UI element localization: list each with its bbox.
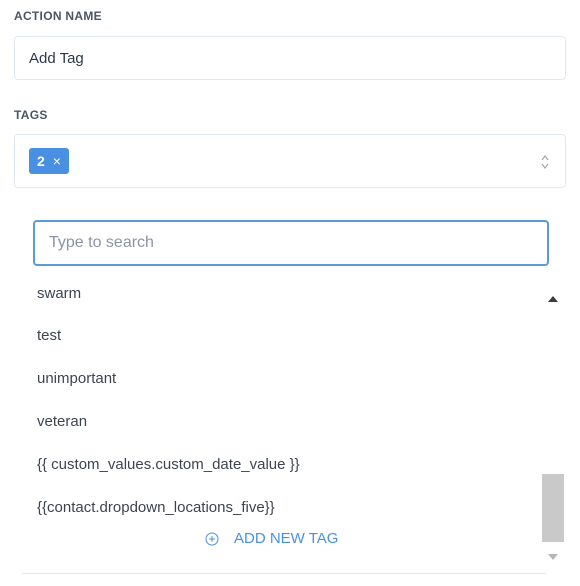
tag-option[interactable]: {{contact.dropdown_locations_five}} (37, 499, 275, 516)
tags-label: TAGS (14, 108, 48, 122)
tag-option[interactable]: test (37, 327, 61, 344)
tag-option[interactable]: {{ custom_values.custom_date_value }} (37, 456, 300, 473)
plus-circle-icon (205, 532, 219, 545)
action-name-input[interactable] (14, 36, 566, 80)
divider (22, 573, 546, 574)
tag-option[interactable]: unimportant (37, 370, 116, 387)
tag-option[interactable]: veteran (37, 413, 87, 430)
add-new-tag-label: ADD NEW TAG (234, 530, 339, 547)
scroll-down-arrow-icon[interactable] (548, 554, 558, 560)
tags-dropdown: swarm test unimportant veteran {{ custom… (22, 208, 568, 576)
action-name-label: ACTION NAME (14, 9, 102, 23)
tag-search-input[interactable] (33, 220, 549, 266)
add-new-tag-button[interactable]: ADD NEW TAG (205, 530, 338, 547)
tags-select[interactable]: 2 × (14, 134, 566, 188)
scroll-up-arrow-icon[interactable] (548, 296, 558, 302)
scroll-thumb[interactable] (542, 474, 564, 542)
selected-tags-chip: 2 × (29, 148, 69, 174)
tag-option[interactable]: swarm (37, 285, 81, 302)
dropdown-scrollbar[interactable] (542, 284, 564, 574)
chevron-up-down-icon[interactable] (539, 151, 551, 173)
selected-tags-count: 2 (37, 153, 45, 169)
remove-chip-icon[interactable]: × (53, 153, 61, 169)
